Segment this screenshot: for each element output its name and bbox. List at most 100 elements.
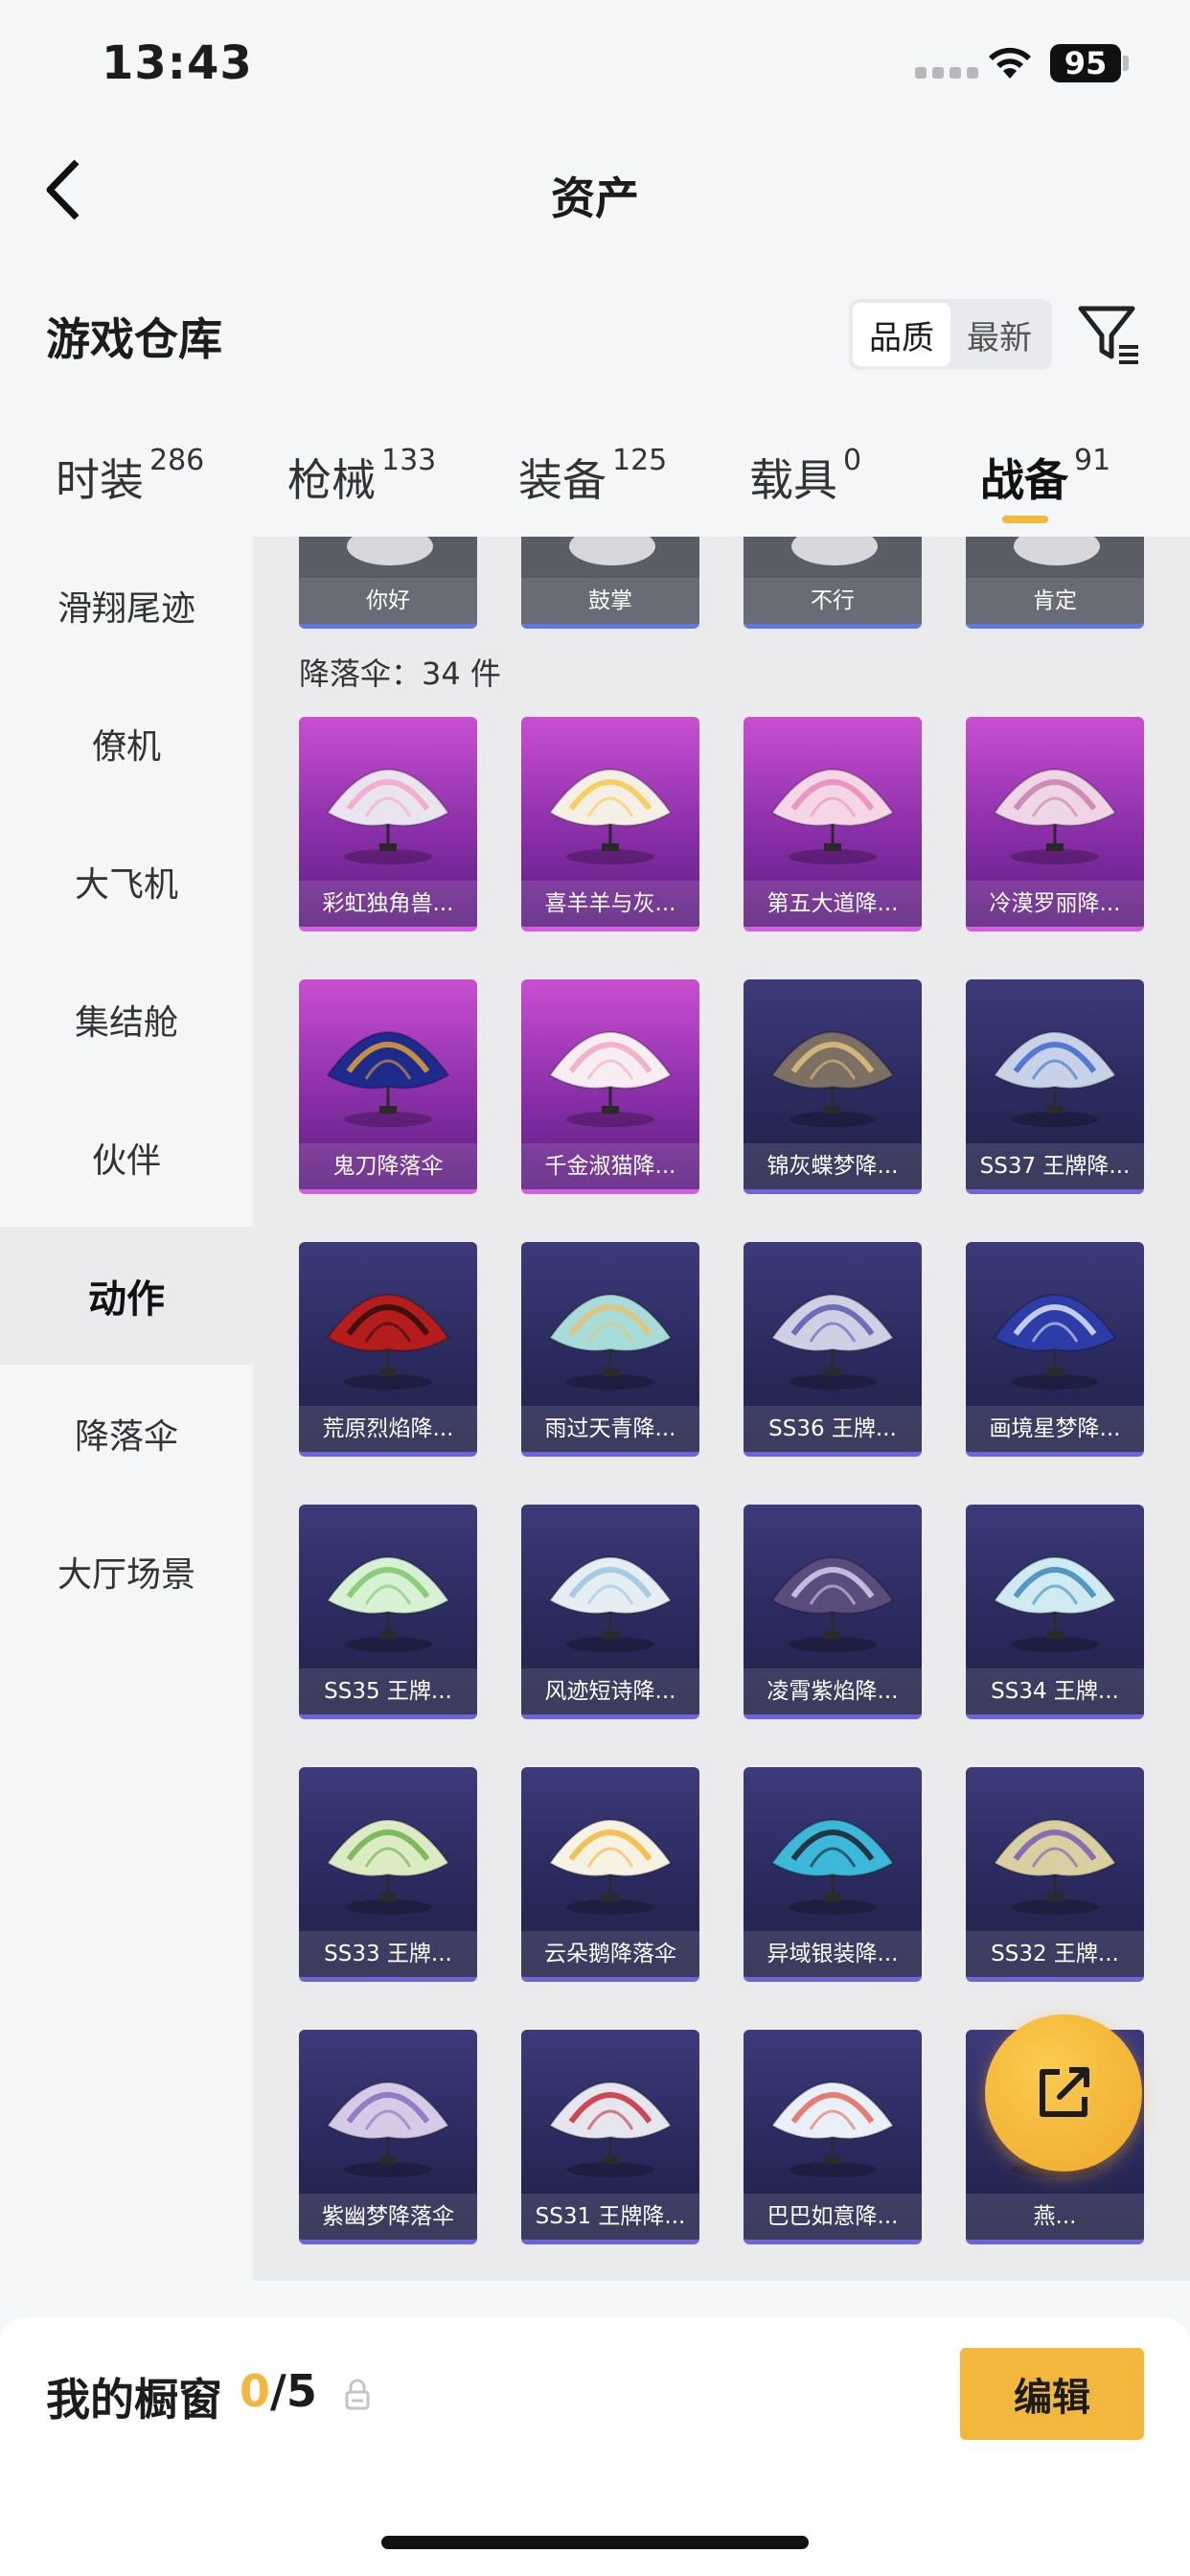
action-name: 鼓掌 <box>521 578 699 624</box>
parachute-art <box>548 1031 673 1127</box>
parachute-art <box>993 1031 1117 1127</box>
action-name: 不行 <box>744 578 922 624</box>
parachute-card[interactable]: 荒原烈焰降... <box>299 1242 477 1457</box>
sidebar-item-parachute[interactable]: 降落伞 <box>0 1365 253 1503</box>
tab-combat-gear[interactable]: 战备 91 <box>980 444 1111 509</box>
sidebar-item-partner[interactable]: 伙伴 <box>0 1089 253 1227</box>
parachute-art <box>770 769 895 864</box>
tab-count: 133 <box>381 444 437 477</box>
action-name: 肯定 <box>966 578 1144 624</box>
category-tabs: 时装 286 枪械 133 装备 125 载具 0 战备 91 <box>0 426 1190 537</box>
parachute-card[interactable]: SS37 王牌降... <box>966 979 1144 1194</box>
sidebar-item-wingman[interactable]: 僚机 <box>0 675 253 813</box>
parachute-name: 第五大道降... <box>744 881 922 927</box>
sidebar-item-lobby-scene[interactable]: 大厅场景 <box>0 1503 253 1641</box>
nav-bar: 资产 <box>0 129 1190 254</box>
parachute-card[interactable]: 锦灰蝶梦降... <box>744 979 922 1194</box>
parachute-card[interactable]: 异域银装降... <box>744 1767 922 1982</box>
parachute-card[interactable]: SS33 王牌... <box>299 1767 477 1982</box>
parachute-name: 雨过天青降... <box>521 1406 699 1452</box>
parachute-name: SS31 王牌降... <box>521 2194 699 2240</box>
share-button[interactable] <box>985 2014 1142 2172</box>
action-card[interactable]: 鼓掌 <box>521 537 699 629</box>
home-indicator <box>381 2536 809 2549</box>
parachute-name: 锦灰蝶梦降... <box>744 1143 922 1189</box>
action-name: 你好 <box>299 578 477 624</box>
action-card[interactable]: 你好 <box>299 537 477 629</box>
status-time: 13:43 <box>102 36 253 90</box>
parachute-name: 燕... <box>966 2194 1144 2240</box>
parachute-art <box>770 1294 895 1390</box>
action-card[interactable]: 不行 <box>744 537 922 629</box>
battery-tip <box>1123 56 1129 71</box>
tab-firearms[interactable]: 枪械 133 <box>287 444 437 509</box>
showcase-bar: 我的橱窗 0/5 编辑 <box>0 2317 1190 2576</box>
parachute-card[interactable]: SS36 王牌... <box>744 1242 922 1457</box>
parachute-art <box>548 2082 673 2177</box>
parachute-name: SS35 王牌... <box>299 1668 477 1714</box>
parachute-name: 风迹短诗降... <box>521 1668 699 1714</box>
parachute-card[interactable]: 风迹短诗降... <box>521 1505 699 1719</box>
cellular-signal-icon <box>915 67 978 79</box>
parachute-art <box>993 1819 1117 1915</box>
parachute-art <box>548 769 673 864</box>
warehouse-title: 游戏仓库 <box>46 313 222 365</box>
showcase-count: 0/5 <box>240 2365 317 2417</box>
sidebar-item-glide-trail[interactable]: 滑翔尾迹 <box>0 537 253 675</box>
action-card[interactable]: 肯定 <box>966 537 1144 629</box>
action-art <box>347 537 433 565</box>
parachute-card[interactable]: 巴巴如意降... <box>744 2030 922 2244</box>
wifi-icon <box>989 47 1031 79</box>
sort-quality-option[interactable]: 品质 <box>853 303 950 366</box>
tab-count: 286 <box>149 444 205 477</box>
parachute-art <box>326 1819 450 1915</box>
battery-icon: 95 <box>1050 44 1121 82</box>
parachute-card[interactable]: 第五大道降... <box>744 717 922 932</box>
parachute-card[interactable]: 雨过天青降... <box>521 1242 699 1457</box>
parachute-card[interactable]: SS32 王牌... <box>966 1767 1144 1982</box>
tab-equipment[interactable]: 装备 125 <box>518 444 668 509</box>
parachute-art <box>326 2082 450 2177</box>
action-art <box>791 537 878 565</box>
parachute-card[interactable]: 喜羊羊与灰... <box>521 717 699 932</box>
parachute-card[interactable]: 凌霄紫焰降... <box>744 1505 922 1719</box>
parachute-card[interactable]: 画境星梦降... <box>966 1242 1144 1457</box>
parachute-art <box>326 1556 450 1652</box>
parachute-name: SS36 王牌... <box>744 1406 922 1452</box>
sidebar-item-big-plane[interactable]: 大飞机 <box>0 813 253 951</box>
tab-fashion[interactable]: 时装 286 <box>56 444 205 509</box>
parachute-art <box>770 1031 895 1127</box>
parachute-card[interactable]: SS35 王牌... <box>299 1505 477 1719</box>
page-title: 资产 <box>551 172 639 224</box>
status-bar: 13:43 95 <box>0 0 1190 129</box>
parachute-name: 喜羊羊与灰... <box>521 881 699 927</box>
tab-count: 91 <box>1074 444 1111 477</box>
tab-label: 装备 <box>518 454 606 506</box>
parachute-card[interactable]: 彩虹独角兽... <box>299 717 477 932</box>
parachute-card[interactable]: SS31 王牌降... <box>521 2030 699 2244</box>
parachute-card[interactable]: 云朵鹅降落伞 <box>521 1767 699 1982</box>
parachute-art <box>770 2082 895 2177</box>
tab-vehicles[interactable]: 载具 0 <box>749 444 862 509</box>
parachute-card[interactable]: 鬼刀降落伞 <box>299 979 477 1194</box>
showcase-max: /5 <box>270 2365 317 2417</box>
sort-newest-option[interactable]: 最新 <box>950 303 1048 366</box>
parachute-name: SS32 王牌... <box>966 1931 1144 1977</box>
tab-label: 战备 <box>980 454 1068 506</box>
filter-icon[interactable] <box>1077 303 1142 370</box>
tab-count: 125 <box>612 444 668 477</box>
sidebar-item-rally-pod[interactable]: 集结舱 <box>0 951 253 1089</box>
tab-count: 0 <box>843 444 862 477</box>
parachute-name: SS33 王牌... <box>299 1931 477 1977</box>
parachute-name: 画境星梦降... <box>966 1406 1144 1452</box>
lock-icon <box>345 2379 370 2410</box>
parachute-card[interactable]: 千金淑猫降... <box>521 979 699 1194</box>
action-art <box>569 537 655 565</box>
parachute-card[interactable]: SS34 王牌... <box>966 1505 1144 1719</box>
edit-button[interactable]: 编辑 <box>960 2348 1144 2440</box>
parachute-card[interactable]: 紫幽梦降落伞 <box>299 2030 477 2244</box>
sidebar-item-actions[interactable]: 动作 <box>0 1227 253 1365</box>
parachute-card[interactable]: 冷漠罗丽降... <box>966 717 1144 932</box>
parachute-name: 云朵鹅降落伞 <box>521 1931 699 1977</box>
parachute-name: 千金淑猫降... <box>521 1143 699 1189</box>
